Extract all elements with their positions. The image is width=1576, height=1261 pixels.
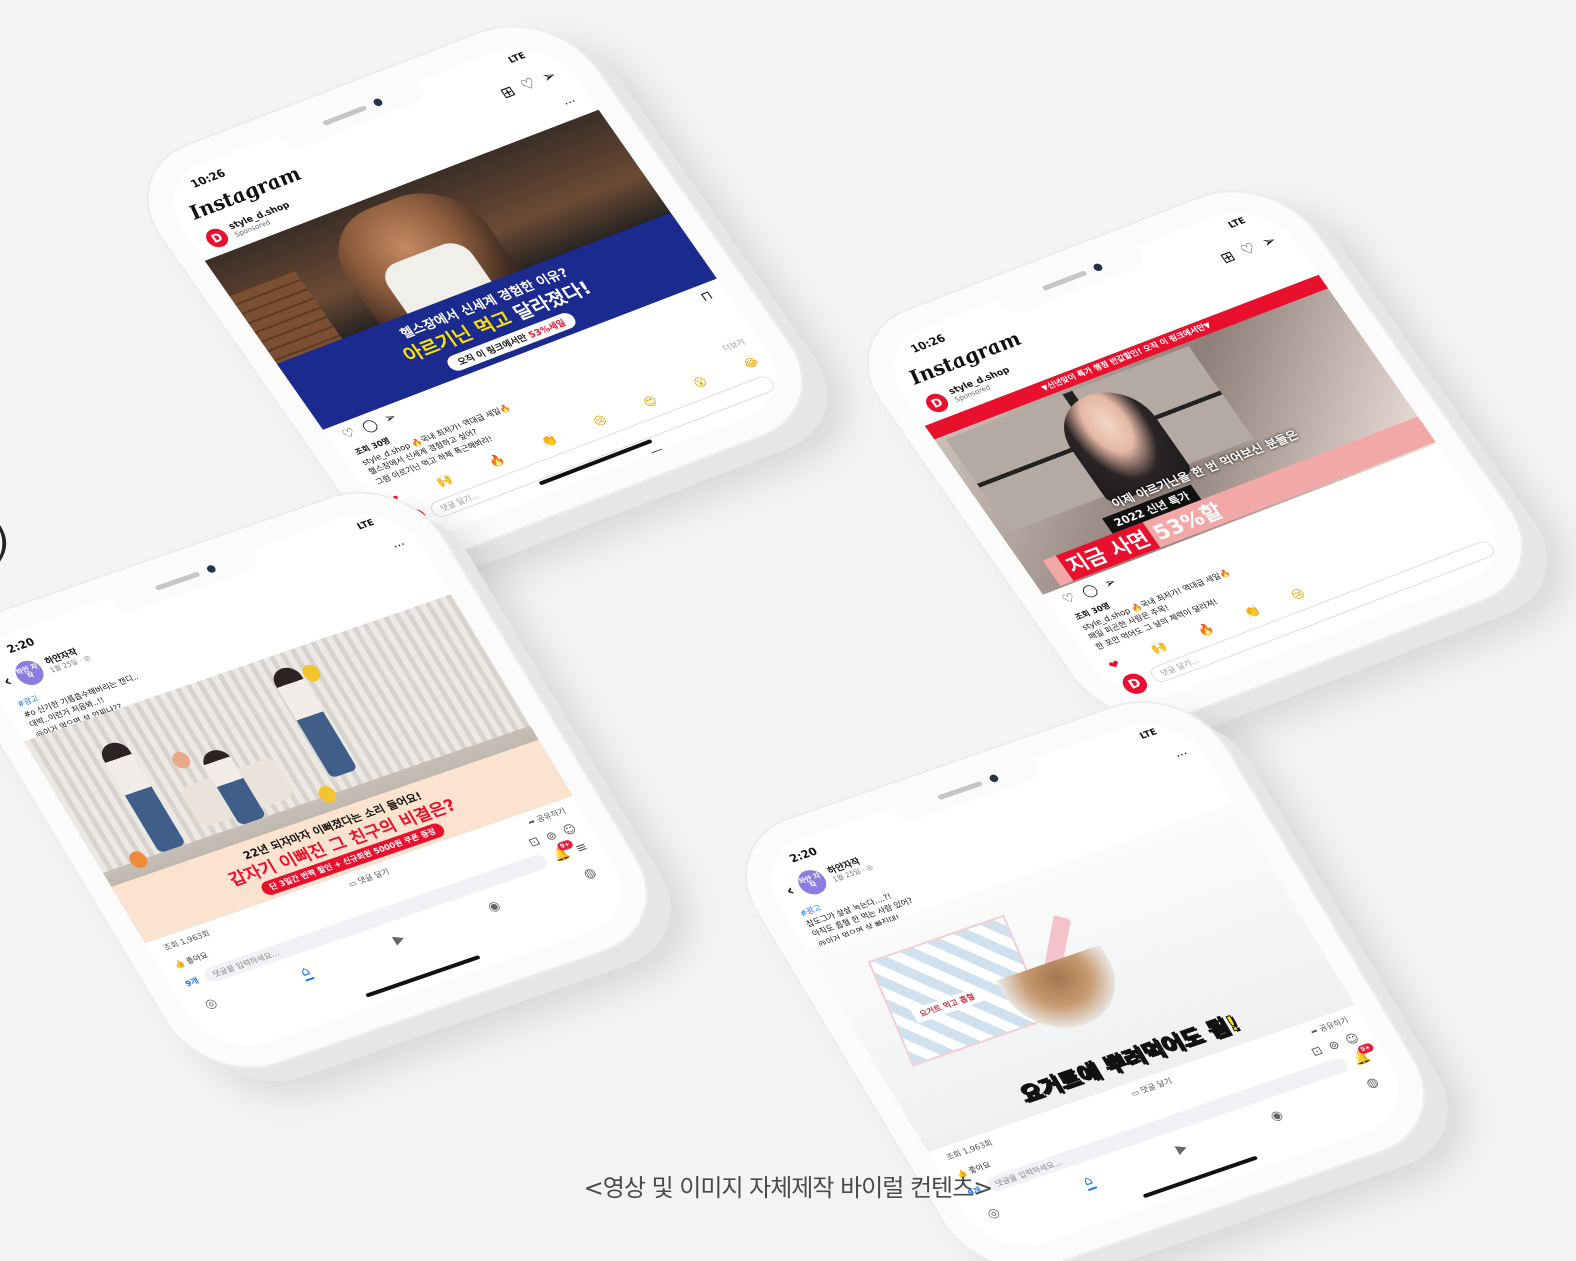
like-icon[interactable]: ♡ <box>1060 591 1080 609</box>
back-arrow-icon[interactable]: ‹ <box>0 671 15 690</box>
reaction-emoji[interactable]: 👏 <box>1241 603 1263 620</box>
status-signal: LTE <box>1226 216 1249 231</box>
reaction-emoji[interactable]: 🙌 <box>1148 639 1170 656</box>
reaction-count[interactable]: 9개 <box>183 975 201 989</box>
phone-instagram-gym: 10:26 LTE Instagram ⊞ ♡ ➢ D style_d.shop… <box>113 3 837 577</box>
reaction-emoji[interactable]: 😍 <box>640 393 660 409</box>
profile-icon[interactable]: ◉ <box>485 898 505 917</box>
reaction-emoji[interactable]: 😢 <box>590 413 610 429</box>
add-post-icon[interactable]: ⊞ <box>497 82 519 102</box>
more-options-icon[interactable]: ··· <box>561 94 580 110</box>
heart-icon[interactable]: ♡ <box>517 74 540 94</box>
sticker-icon[interactable]: ⊚ <box>543 828 560 844</box>
emoji-icon[interactable]: ☺ <box>560 821 579 837</box>
phone-facebook-party: 2:20 LTE ‹ 하얀 자작 하얀자작 1월 25일 · ◎ ··· #광고… <box>0 470 679 1090</box>
gif-icon[interactable]: ⊡ <box>526 834 543 850</box>
groups-icon[interactable]: ◍ <box>1363 1075 1383 1094</box>
comment-icon[interactable]: ◯ <box>359 417 382 436</box>
comment-icon[interactable]: ◯ <box>1079 582 1102 601</box>
status-time: 2:20 <box>4 635 38 656</box>
brand-avatar: D <box>921 390 953 416</box>
phone-instagram-beauty: 10:26 LTE Instagram ⊞ ♡ ➢ D style_d.shop… <box>833 168 1557 742</box>
showcase-stage: ) 10:26 LTE Instagram ⊞ ♡ ➢ D style_d.sh… <box>0 0 1576 1261</box>
heart-icon[interactable]: ♡ <box>1237 239 1260 259</box>
comment-label: 댓글 달기 <box>1138 1076 1174 1095</box>
share-icon[interactable]: ➢ <box>1101 575 1121 592</box>
showcase-caption: <영상 및 이미지 자체제작 바이럴 컨텐츠> <box>583 1174 994 1202</box>
menu-icon[interactable]: ≡ <box>572 839 590 856</box>
status-time: 2:20 <box>787 844 820 866</box>
status-signal: LTE <box>506 51 529 66</box>
camera-icon[interactable]: ◎ <box>984 1205 1004 1224</box>
page-avatar[interactable]: 하얀 자작 <box>792 866 831 898</box>
back-arrow-icon[interactable]: ‹ <box>782 881 798 900</box>
share-label: 공유하기 <box>1317 1015 1351 1034</box>
like-icon[interactable]: ♡ <box>340 426 360 444</box>
video-icon[interactable]: ▶ <box>390 931 408 949</box>
like-button[interactable]: 👍 좋아요 <box>172 949 211 970</box>
reaction-emoji[interactable]: 😂 <box>740 355 761 372</box>
status-signal: LTE <box>1138 727 1160 742</box>
more-options-icon[interactable]: ··· <box>390 537 408 553</box>
camera-icon[interactable]: ◎ <box>202 996 222 1015</box>
reaction-emoji[interactable]: 🙌 <box>433 472 455 489</box>
more-options-icon[interactable]: ··· <box>1173 747 1191 763</box>
notification-bell-icon[interactable]: 🔔 9+ <box>1350 1041 1375 1067</box>
phone-screen: 10:26 LTE Instagram ⊞ ♡ ➢ D style_d.shop… <box>870 197 1520 713</box>
reaction-emoji[interactable]: 🔥 <box>486 452 508 469</box>
phone-screen: 10:26 LTE Instagram ⊞ ♡ ➢ D style_d.shop… <box>150 32 800 548</box>
home-icon[interactable]: ⌂ <box>297 963 315 982</box>
bookmark-icon[interactable]: ⊓ <box>698 289 717 306</box>
reaction-emoji[interactable]: ❤ <box>1106 657 1124 672</box>
page-meta: 하얀자작 1월 25일 · ◎ <box>43 645 92 675</box>
gif-icon[interactable]: ⊡ <box>1308 1043 1325 1059</box>
reaction-emoji[interactable]: 😮 <box>690 374 710 390</box>
sticker-icon[interactable]: ⊚ <box>1326 1037 1343 1053</box>
profile-icon[interactable]: ◉ <box>1268 1108 1288 1127</box>
status-signal: LTE <box>355 518 377 533</box>
brand-avatar: D <box>201 225 233 251</box>
video-icon[interactable]: ▶ <box>1173 1141 1191 1159</box>
edge-parenthesis: ) <box>0 520 10 566</box>
emoji-icon[interactable]: ☺ <box>1343 1031 1362 1047</box>
notification-bell-icon[interactable]: 🔔 9+ <box>549 838 575 864</box>
like-label: 좋아요 <box>184 950 210 966</box>
send-icon[interactable]: ➢ <box>1258 231 1280 251</box>
share-icon[interactable]: ➢ <box>381 410 401 427</box>
send-icon[interactable]: ➢ <box>538 66 560 86</box>
comment-label: 댓글 달기 <box>356 867 392 886</box>
groups-icon[interactable]: ◍ <box>581 865 601 884</box>
share-label: 공유하기 <box>534 806 568 824</box>
page-meta: 하얀자작 1월 25일 · ◎ <box>826 854 875 884</box>
add-post-icon[interactable]: ⊞ <box>1217 247 1239 267</box>
page-avatar[interactable]: 하얀 자작 <box>9 657 49 689</box>
reaction-emoji[interactable]: 👏 <box>538 432 560 449</box>
reaction-emoji[interactable]: 😢 <box>1288 586 1308 602</box>
reaction-emoji[interactable]: 🔥 <box>1195 621 1217 638</box>
